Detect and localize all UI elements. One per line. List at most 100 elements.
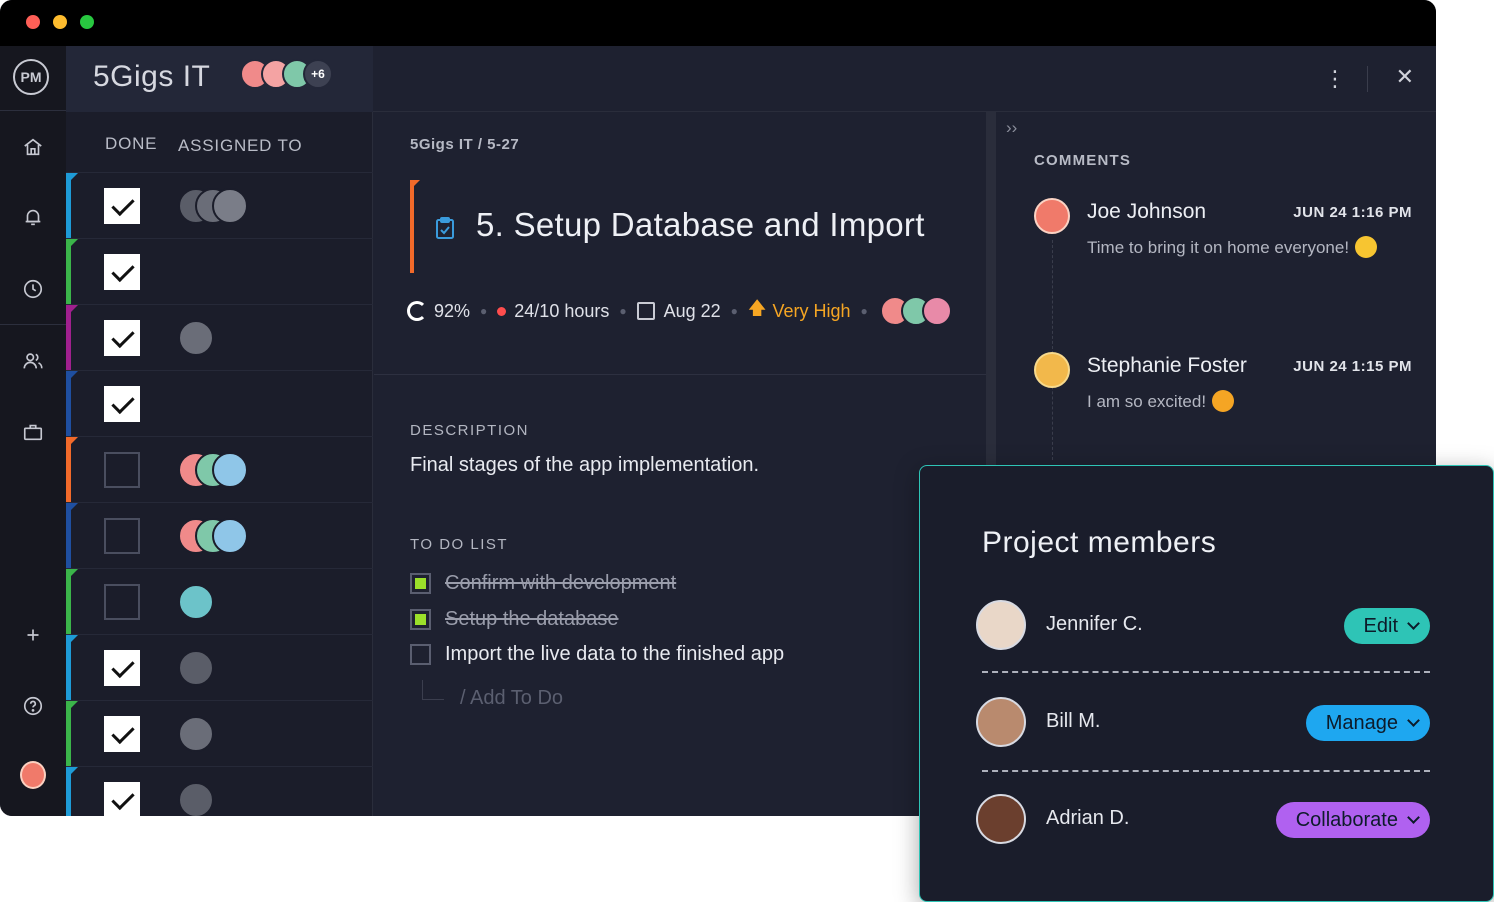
avatar[interactable]: [212, 518, 248, 554]
assignee-avatars[interactable]: [178, 518, 248, 554]
priority-value[interactable]: Very High: [772, 301, 850, 322]
task-row[interactable]: [66, 370, 373, 437]
more-members-badge[interactable]: +6: [303, 59, 333, 89]
due-date[interactable]: Aug 22: [664, 301, 721, 322]
home-icon[interactable]: [20, 134, 46, 160]
project-title: 5Gigs IT: [93, 60, 211, 93]
todo-item[interactable]: Setup the database: [410, 608, 618, 631]
help-icon[interactable]: [20, 693, 46, 719]
assignee-avatars[interactable]: [178, 782, 214, 816]
done-checkbox[interactable]: [104, 584, 140, 620]
avatar[interactable]: [178, 782, 214, 816]
task-color-bar: [66, 635, 78, 701]
collapse-chevron-icon[interactable]: ››: [1006, 118, 1017, 138]
pm-logo[interactable]: PM: [13, 59, 49, 95]
avatar[interactable]: [178, 716, 214, 752]
add-todo-input[interactable]: / Add To Do: [422, 680, 563, 710]
done-checkbox[interactable]: [104, 386, 140, 422]
close-window-button[interactable]: [26, 15, 40, 29]
avatar[interactable]: [921, 296, 952, 326]
task-row[interactable]: [66, 700, 373, 767]
done-checkbox[interactable]: [104, 254, 140, 290]
hours-status-dot: [497, 306, 507, 316]
briefcase-icon[interactable]: [20, 419, 46, 445]
avatar[interactable]: [1034, 198, 1070, 234]
maximize-window-button[interactable]: [80, 15, 94, 29]
role-dropdown[interactable]: Collaborate: [1275, 802, 1430, 838]
task-row[interactable]: [66, 172, 373, 239]
assignee-avatars[interactable]: [178, 188, 248, 224]
avatar[interactable]: [976, 697, 1026, 747]
task-color-bar: [66, 767, 78, 816]
todo-list-label: TO DO LIST: [410, 536, 509, 553]
assignee-avatars[interactable]: [178, 584, 214, 620]
breadcrumb[interactable]: 5Gigs IT / 5-27: [410, 136, 519, 153]
task-row[interactable]: [66, 766, 373, 816]
bell-icon[interactable]: [20, 204, 46, 230]
role-dropdown[interactable]: Edit: [1343, 608, 1430, 644]
todo-checkbox[interactable]: [410, 644, 431, 665]
progress-value[interactable]: 92%: [434, 301, 470, 322]
hours-value[interactable]: 24/10 hours: [514, 301, 609, 322]
avatar[interactable]: [178, 650, 214, 686]
task-row[interactable]: [66, 568, 373, 635]
minimize-window-button[interactable]: [53, 15, 67, 29]
header-avatars[interactable]: +6: [240, 59, 333, 93]
description-text[interactable]: Final stages of the app implementation.: [410, 454, 759, 477]
task-title[interactable]: 5. Setup Database and Import: [476, 206, 925, 244]
done-checkbox[interactable]: [104, 320, 140, 356]
header-bar: 5Gigs IT +6 ⋮ ✕: [66, 46, 1436, 112]
avatar[interactable]: [178, 584, 214, 620]
member-row: Adrian D. Collaborate: [976, 794, 1430, 846]
comment-author[interactable]: Joe Johnson: [1087, 200, 1206, 224]
member-name: Adrian D.: [1046, 807, 1130, 829]
task-color-bar: [66, 569, 78, 635]
column-done[interactable]: DONE: [105, 134, 157, 154]
done-checkbox[interactable]: [104, 188, 140, 224]
task-row[interactable]: [66, 502, 373, 569]
done-checkbox[interactable]: [104, 518, 140, 554]
task-row[interactable]: [66, 238, 373, 305]
task-color-bar: [66, 173, 78, 239]
avatar[interactable]: [976, 794, 1026, 844]
todo-item[interactable]: Import the live data to the finished app: [410, 643, 784, 666]
assignee-avatars[interactable]: [178, 320, 214, 356]
assignee-avatars[interactable]: [178, 716, 214, 752]
todo-checkbox[interactable]: [410, 573, 431, 594]
comment-text: Time to bring it on home everyone!: [1087, 236, 1378, 258]
avatar[interactable]: [212, 452, 248, 488]
left-rail: PM: [0, 46, 66, 816]
description-label: DESCRIPTION: [410, 422, 530, 439]
todo-item[interactable]: Confirm with development: [410, 572, 676, 595]
assignee-avatars[interactable]: [178, 650, 214, 686]
role-dropdown[interactable]: Manage: [1305, 705, 1430, 741]
done-checkbox[interactable]: [104, 650, 140, 686]
user-avatar[interactable]: [20, 761, 46, 789]
assignee-avatars[interactable]: [178, 452, 248, 488]
column-assigned-to[interactable]: ASSIGNED TO: [178, 136, 302, 156]
task-row[interactable]: [66, 304, 373, 371]
comment-author[interactable]: Stephanie Foster: [1087, 354, 1247, 378]
task-row[interactable]: [66, 436, 373, 503]
todo-checkbox[interactable]: [410, 609, 431, 630]
task-assignees[interactable]: [879, 296, 952, 326]
avatar[interactable]: [1034, 352, 1070, 388]
priority-accent: [410, 180, 420, 273]
done-checkbox[interactable]: [104, 452, 140, 488]
task-meta: 92% ● 24/10 hours ● Aug 22 ● 🡅 Very High…: [407, 296, 952, 326]
task-detail: 5Gigs IT / 5-27 5. Setup Database and Im…: [374, 112, 986, 816]
avatar[interactable]: [976, 600, 1026, 650]
avatar[interactable]: [212, 188, 248, 224]
users-icon[interactable]: [20, 348, 46, 374]
plus-icon[interactable]: [20, 622, 46, 648]
more-vertical-icon[interactable]: ⋮: [1324, 66, 1346, 92]
todo-text: Confirm with development: [445, 572, 677, 594]
avatar[interactable]: [178, 320, 214, 356]
title-bar: [0, 0, 1436, 46]
done-checkbox[interactable]: [104, 716, 140, 752]
done-checkbox[interactable]: [104, 782, 140, 816]
close-icon[interactable]: ✕: [1396, 64, 1414, 90]
add-todo-placeholder: / Add To Do: [460, 687, 564, 709]
task-row[interactable]: [66, 634, 373, 701]
clock-icon[interactable]: [20, 276, 46, 302]
